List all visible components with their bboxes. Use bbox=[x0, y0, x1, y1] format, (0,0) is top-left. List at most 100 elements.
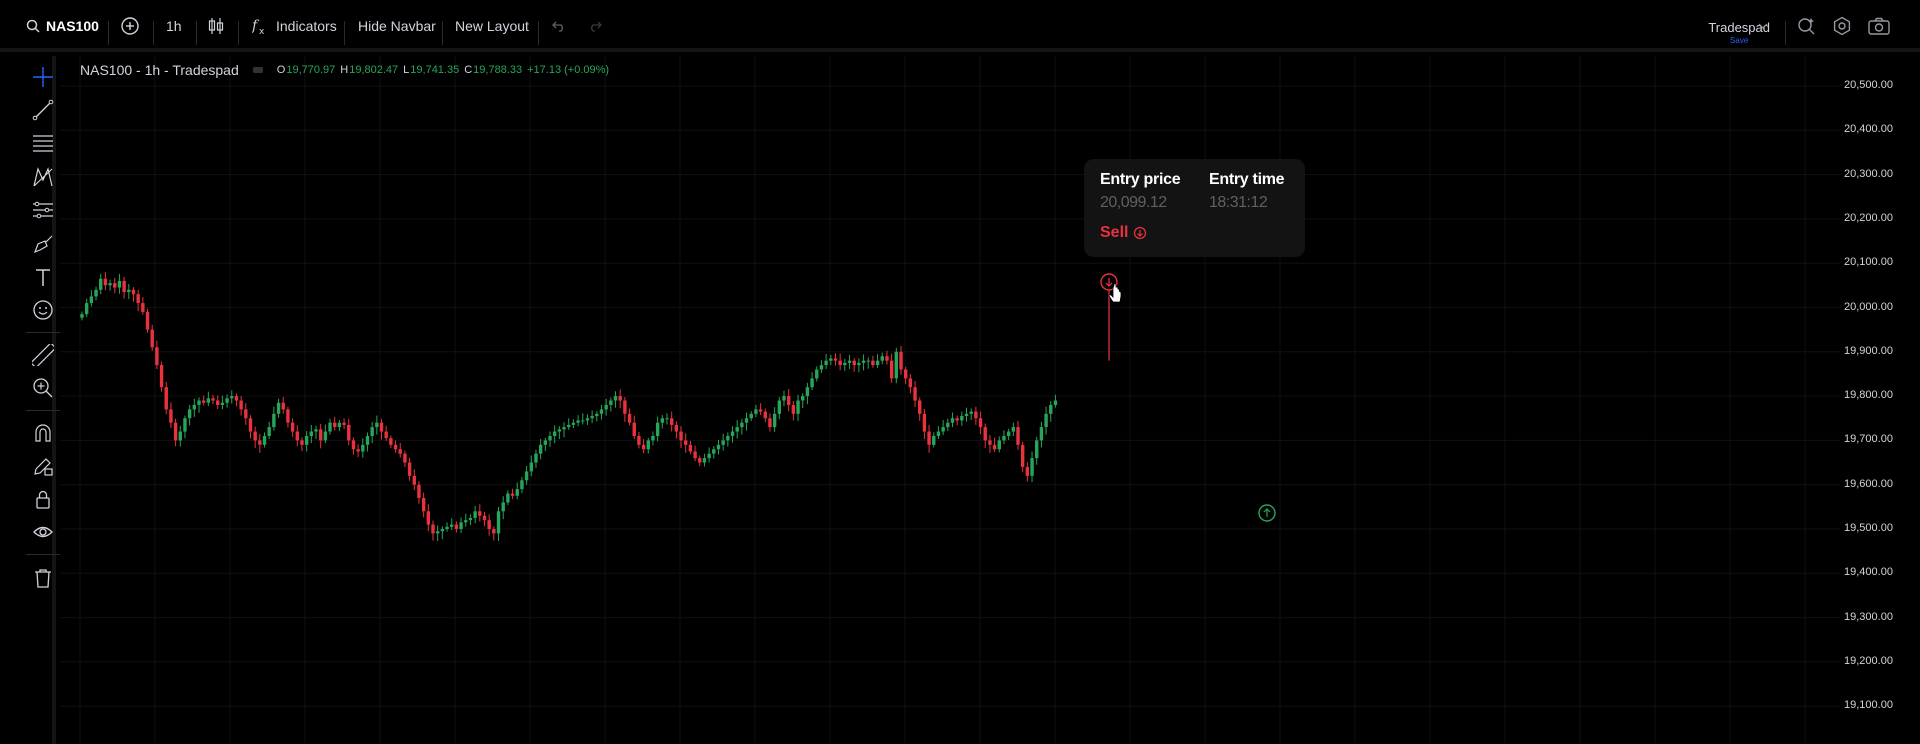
candle-body bbox=[117, 280, 122, 288]
candle-body bbox=[763, 411, 767, 419]
chevron-down-icon bbox=[1758, 23, 1768, 29]
candle-body bbox=[84, 303, 89, 315]
candle-body bbox=[108, 283, 112, 286]
remove-drawings-tool[interactable] bbox=[30, 565, 56, 591]
price-label: 19,100.00 bbox=[1844, 699, 1893, 712]
candlestick-chart[interactable] bbox=[60, 56, 1920, 744]
candle-body bbox=[206, 398, 211, 403]
candle-body bbox=[1049, 404, 1053, 414]
candle-body bbox=[103, 278, 108, 286]
magnet-tool[interactable] bbox=[30, 420, 56, 446]
legend-settings-icon[interactable] bbox=[252, 67, 263, 73]
candle-body bbox=[698, 458, 702, 463]
forecast-tool[interactable] bbox=[30, 197, 56, 223]
settings-button[interactable] bbox=[1832, 0, 1852, 52]
price-label: 19,500.00 bbox=[1844, 522, 1893, 534]
candle-body bbox=[80, 314, 84, 318]
candle-body bbox=[267, 427, 271, 436]
candle-body bbox=[693, 451, 697, 459]
price-label: 20,500.00 bbox=[1844, 79, 1893, 91]
candle-body bbox=[524, 471, 529, 481]
indicators-button[interactable]: fx Indicators bbox=[252, 0, 337, 52]
candle-body bbox=[758, 409, 763, 412]
chart-pane[interactable] bbox=[60, 56, 1920, 744]
pattern-tool[interactable] bbox=[30, 164, 56, 190]
candle-body bbox=[445, 526, 449, 529]
stay-in-drawing-tool[interactable] bbox=[30, 453, 56, 479]
snapshot-button[interactable] bbox=[1868, 0, 1890, 52]
brush-tool[interactable] bbox=[30, 231, 56, 257]
new-layout-button[interactable]: New Layout bbox=[455, 0, 529, 52]
crosshair-tool[interactable] bbox=[30, 64, 56, 90]
candle-body bbox=[468, 517, 473, 521]
redo-button[interactable] bbox=[588, 0, 602, 52]
candle-body bbox=[1011, 427, 1016, 432]
candle-body bbox=[637, 435, 641, 445]
hide-drawings-tool[interactable] bbox=[30, 519, 56, 545]
chart-type-button[interactable] bbox=[208, 0, 224, 52]
emoji-tool[interactable] bbox=[30, 297, 56, 323]
candle-body bbox=[225, 398, 229, 403]
candle-body bbox=[744, 418, 749, 423]
symbol-search-button[interactable]: NAS100 bbox=[26, 0, 99, 52]
sell-label: Sell bbox=[1100, 224, 1129, 241]
candle-body bbox=[501, 502, 505, 512]
symbol-label: NAS100 bbox=[46, 18, 99, 34]
hide-navbar-button[interactable]: Hide Navbar bbox=[358, 0, 436, 52]
candle-body bbox=[899, 351, 903, 370]
undo-button[interactable] bbox=[552, 0, 566, 52]
sell-action[interactable]: Sell bbox=[1100, 224, 1147, 242]
arrow-down-circle-icon bbox=[1134, 226, 1147, 240]
layout-dropdown-button[interactable] bbox=[1758, 0, 1768, 52]
candle-body bbox=[496, 511, 501, 534]
candle-body bbox=[618, 396, 622, 401]
candle-body bbox=[276, 402, 281, 414]
candle-body bbox=[833, 358, 838, 361]
fib-tool[interactable] bbox=[30, 130, 56, 156]
candle-body bbox=[964, 413, 969, 417]
candle-body bbox=[398, 449, 402, 454]
candle-body bbox=[150, 329, 154, 348]
zoom-tool[interactable] bbox=[30, 375, 56, 401]
candle-body bbox=[735, 427, 739, 432]
indicators-label: Indicators bbox=[276, 18, 337, 34]
open-value: 19,770.97 bbox=[286, 64, 336, 76]
candle-body bbox=[159, 365, 164, 388]
gear-icon bbox=[1833, 16, 1851, 36]
candle-body bbox=[604, 404, 608, 410]
candle-body bbox=[922, 413, 927, 432]
candle-body bbox=[492, 529, 496, 534]
candle-body bbox=[211, 398, 215, 401]
candle-body bbox=[230, 396, 234, 399]
trend-line-tool[interactable] bbox=[30, 97, 56, 123]
candle-body bbox=[393, 444, 398, 450]
svg-text:x: x bbox=[259, 27, 265, 35]
candle-body bbox=[510, 493, 515, 496]
text-tool[interactable] bbox=[30, 264, 56, 290]
candle-body bbox=[941, 427, 945, 432]
candle-body bbox=[552, 431, 557, 436]
candle-body bbox=[239, 400, 243, 410]
candle-body bbox=[244, 409, 248, 419]
candle-body bbox=[337, 422, 342, 428]
new-layout-label: New Layout bbox=[455, 18, 529, 34]
candle-body bbox=[688, 444, 693, 452]
trade-tooltip: Entry price Entry time 20,099.12 18:31:1… bbox=[1084, 159, 1305, 257]
search-sparkle-icon bbox=[1798, 18, 1815, 35]
candle-body bbox=[300, 440, 304, 445]
brush-icon bbox=[33, 235, 53, 254]
compare-symbol-button[interactable] bbox=[120, 0, 140, 52]
candle-body bbox=[810, 378, 814, 388]
candle-body bbox=[992, 444, 997, 450]
candle-body bbox=[903, 369, 908, 379]
candle-body bbox=[412, 475, 416, 485]
open-label: O bbox=[276, 64, 286, 76]
candle-body bbox=[791, 404, 796, 414]
quick-search-button[interactable] bbox=[1797, 0, 1817, 52]
lock-drawings-tool[interactable] bbox=[30, 486, 56, 512]
candle-body bbox=[852, 360, 856, 366]
measure-tool[interactable] bbox=[30, 342, 56, 368]
toolbar-divider bbox=[196, 21, 197, 45]
pattern-icon bbox=[33, 167, 53, 187]
interval-button[interactable]: 1h bbox=[166, 0, 182, 52]
